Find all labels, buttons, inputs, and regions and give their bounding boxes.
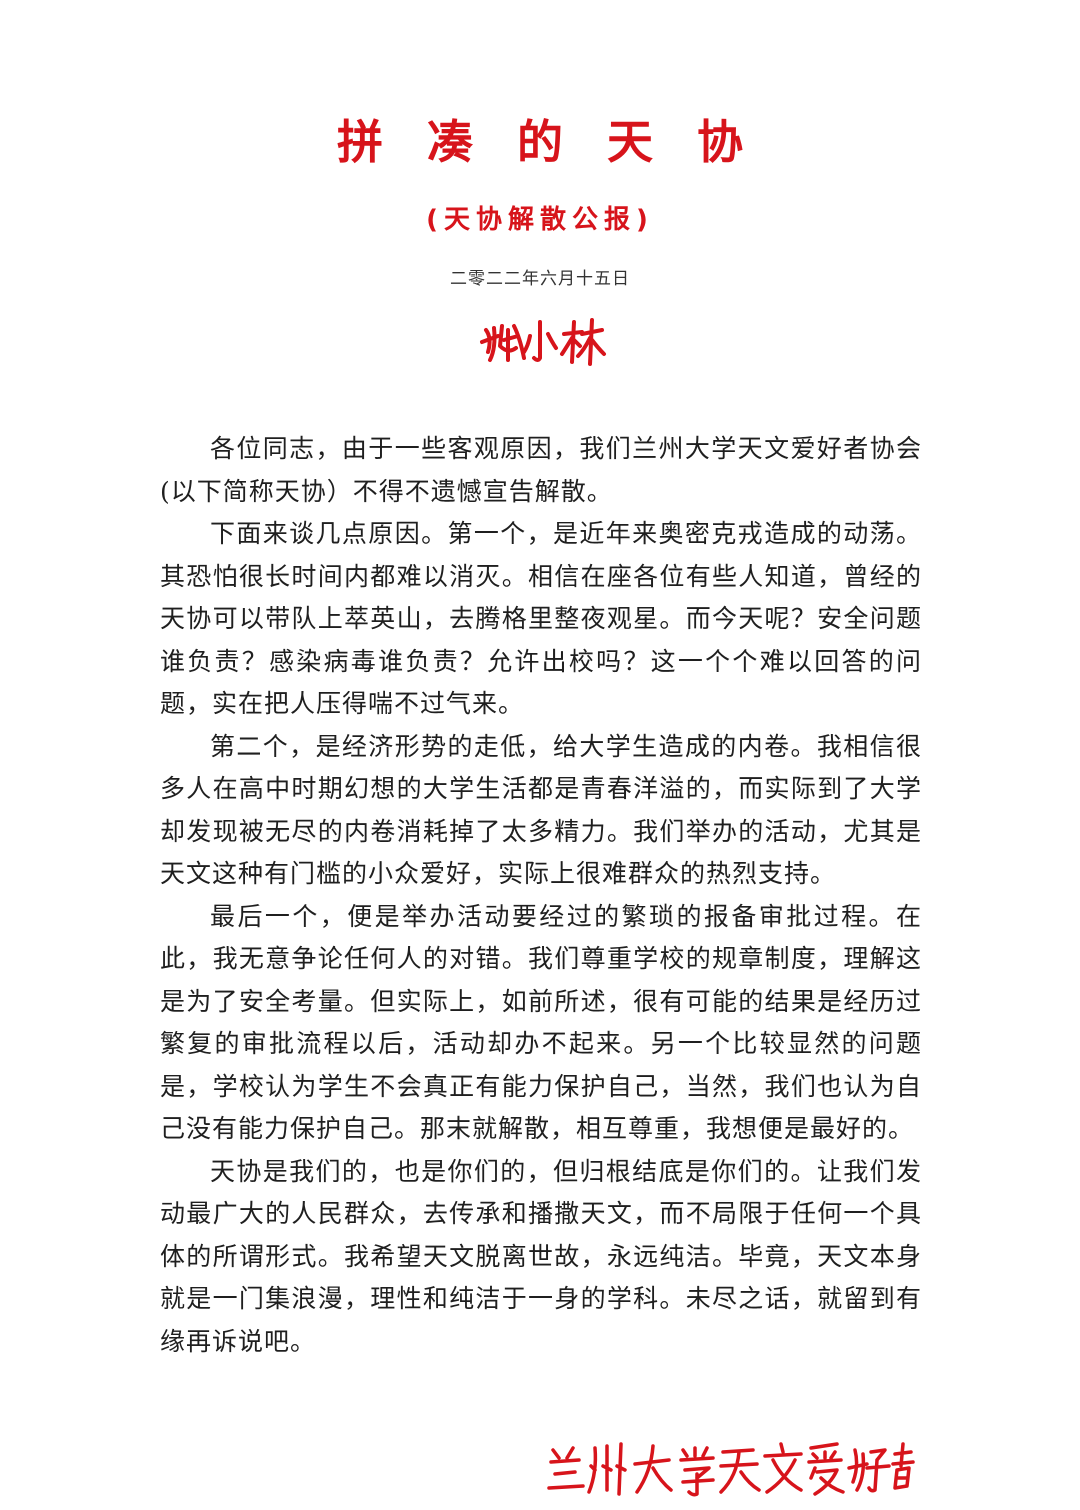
document-page: 拼凑的天协 (天协解散公报) 二零二二年六月十五日 各位同志，由于一些客观原因，… — [0, 0, 1080, 1510]
document-title: 拼凑的天协 — [337, 115, 787, 169]
document-date: 二零二二年六月十五日 — [450, 269, 630, 289]
handwritten-signature — [480, 318, 606, 366]
paragraph: 下面来谈几点原因。第一个，是近年来奥密克戎造成的动荡。其恐怕很长时间内都难以消灭… — [160, 519, 922, 718]
paragraph: 各位同志，由于一些客观原因，我们兰州大学天文爱好者协会(以下简称天协）不得不遗憾… — [160, 434, 922, 506]
paragraph: 天协是我们的，也是你们的，但归根结底是你们的。让我们发动最广大的人民群众，去传承… — [160, 1156, 922, 1356]
paragraph: 第二个，是经济形势的走低，给大学生造成的内卷。我相信很多人在高中时期幻想的大学生… — [160, 731, 922, 889]
organization-calligraphy-signature — [547, 1442, 915, 1497]
paragraph: 最后一个，便是举办活动要经过的繁琐的报备审批过程。在此，我无意争论任何人的对错。… — [160, 901, 922, 1144]
document-subtitle: (天协解散公报) — [426, 205, 654, 235]
document-body: 各位同志，由于一些客观原因，我们兰州大学天文爱好者协会(以下简称天协）不得不遗憾… — [160, 428, 922, 1363]
